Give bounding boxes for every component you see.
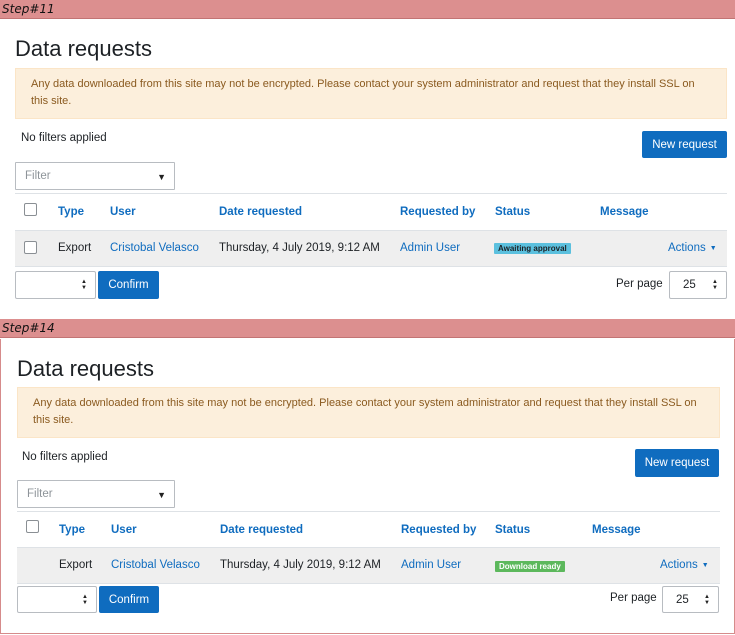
caret-down-icon: ▼ [701, 562, 709, 569]
select-updown-icon: ▲ ▼ [82, 593, 88, 606]
row-actions-menu[interactable]: Actions ▼ [660, 559, 709, 571]
column-header-type[interactable]: Type [58, 206, 84, 218]
select-all-checkbox[interactable] [26, 520, 39, 533]
confirm-button[interactable]: Confirm [98, 271, 159, 299]
column-header-type[interactable]: Type [59, 524, 85, 536]
select-updown-icon: ▲ ▼ [81, 279, 87, 291]
select-updown-icon: ▲ ▼ [712, 279, 718, 291]
actions-label: Actions [668, 242, 706, 254]
row-type: Export [59, 559, 93, 571]
per-page-label: Per page [610, 592, 657, 604]
row-actions-menu[interactable]: Actions ▼ [668, 242, 717, 254]
step-14-screenshot: Data requests Any data downloaded from t… [0, 339, 735, 634]
per-page-value: 25 [683, 279, 696, 291]
step-label-bar: Step#14 [0, 319, 735, 338]
column-header-status[interactable]: Status [495, 206, 530, 218]
row-user-link[interactable]: Cristobal Velasco [110, 242, 199, 254]
page-title: Data requests [17, 356, 154, 381]
status-badge: Download ready [495, 561, 565, 572]
caret-down-icon: ▼ [709, 245, 717, 252]
filter-input[interactable]: Filter ▼ [15, 162, 175, 190]
step-label: Step#14 [2, 321, 55, 335]
new-request-button[interactable]: New request [635, 449, 719, 477]
row-user-link[interactable]: Cristobal Velasco [111, 559, 200, 571]
filter-input[interactable]: Filter ▼ [17, 480, 175, 508]
row-type: Export [58, 242, 92, 254]
row-requested-by-link[interactable]: Admin User [401, 559, 461, 571]
per-page-select[interactable]: 25 ▲ ▼ [662, 586, 719, 613]
page-title: Data requests [15, 36, 152, 61]
filter-placeholder: Filter [27, 488, 53, 500]
ssl-warning-alert: Any data downloaded from this site may n… [17, 387, 720, 438]
column-header-requested-by[interactable]: Requested by [401, 524, 476, 536]
row-requested-by-link[interactable]: Admin User [400, 242, 460, 254]
select-all-checkbox[interactable] [24, 203, 37, 216]
filters-status: No filters applied [22, 451, 108, 463]
column-header-date-requested[interactable]: Date requested [219, 206, 302, 218]
column-header-user[interactable]: User [111, 524, 137, 536]
column-header-requested-by[interactable]: Requested by [400, 206, 475, 218]
step-label: Step#11 [2, 2, 55, 16]
ssl-warning-alert: Any data downloaded from this site may n… [15, 68, 727, 119]
step-label-bar: Step#11 [0, 0, 735, 19]
per-page-select[interactable]: 25 ▲ ▼ [669, 271, 727, 299]
row-checkbox[interactable] [24, 241, 37, 254]
column-header-message[interactable]: Message [600, 206, 649, 218]
confirm-button[interactable]: Confirm [99, 586, 159, 613]
bulk-action-select[interactable]: ▲ ▼ [15, 271, 96, 299]
per-page-value: 25 [676, 593, 689, 606]
per-page-label: Per page [616, 278, 663, 290]
bulk-action-select[interactable]: ▲ ▼ [17, 586, 97, 613]
column-header-user[interactable]: User [110, 206, 136, 218]
row-date-requested: Thursday, 4 July 2019, 9:12 AM [219, 242, 380, 254]
column-header-status[interactable]: Status [495, 524, 530, 536]
dropdown-caret-icon: ▼ [157, 490, 166, 500]
status-badge: Awaiting approval [494, 243, 571, 254]
filter-placeholder: Filter [25, 170, 51, 182]
select-updown-icon: ▲ ▼ [704, 593, 710, 606]
filters-status: No filters applied [21, 132, 107, 144]
step-11-screenshot: Data requests Any data downloaded from t… [0, 20, 735, 319]
column-header-message[interactable]: Message [592, 524, 641, 536]
dropdown-caret-icon: ▼ [157, 172, 166, 182]
actions-label: Actions [660, 559, 698, 571]
row-date-requested: Thursday, 4 July 2019, 9:12 AM [220, 559, 381, 571]
new-request-button[interactable]: New request [642, 131, 727, 158]
column-header-date-requested[interactable]: Date requested [220, 524, 303, 536]
